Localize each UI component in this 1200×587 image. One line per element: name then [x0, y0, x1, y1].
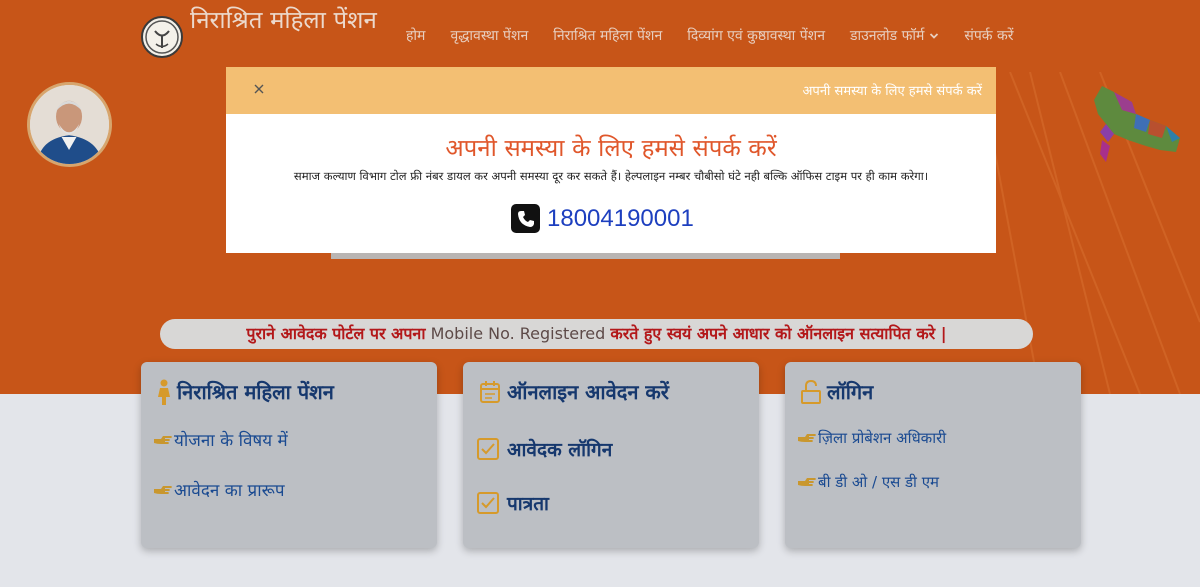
chevron-down-icon	[930, 32, 939, 39]
close-icon[interactable]	[252, 82, 266, 96]
nav-home[interactable]: होम	[406, 26, 425, 45]
notice-text-part2: Mobile No. Registered	[430, 324, 606, 343]
checkbox-check-icon	[477, 438, 499, 460]
phone-icon	[511, 204, 540, 233]
card-title: लॉगिन	[801, 378, 873, 405]
pointing-hand-icon	[798, 434, 816, 442]
aadhaar-verify-notice[interactable]: पुराने आवेदक पोर्टल पर अपना Mobile No. R…	[160, 319, 1033, 349]
modal-title: अपनी समस्या के लिए हमसे संपर्क करें	[445, 134, 777, 162]
uttar-pradesh-map-image	[1088, 80, 1184, 176]
card-destitute-women-pension: निराश्रित महिला पेंशन योजना के विषय में …	[141, 362, 437, 548]
pm-photo	[27, 82, 112, 167]
modal-header: अपनी समस्या के लिए हमसे संपर्क करें	[226, 67, 996, 114]
nav-download-form[interactable]: डाउनलोड फॉर्म	[850, 26, 939, 45]
up-govt-emblem-logo[interactable]	[141, 16, 183, 58]
nav-disability-pension[interactable]: दिव्यांग एवं कुष्ठावस्था पेंशन	[687, 26, 825, 45]
checkbox-check-icon	[477, 492, 499, 514]
link-bdo-sdm[interactable]: बी डी ओ / एस डी एम	[797, 472, 939, 492]
notice-text-part1: पुराने आवेदक पोर्टल पर अपना	[246, 324, 426, 343]
card-online-application: ऑनलाइन आवेदन करें आवेदक लॉगिन पात्रता	[463, 362, 759, 548]
pointing-hand-icon	[798, 478, 816, 486]
calendar-icon	[480, 380, 500, 403]
helpline-phone[interactable]: 18004190001	[511, 204, 694, 233]
woman-icon	[158, 379, 170, 405]
nav-contact[interactable]: संपर्क करें	[964, 26, 1013, 45]
contact-modal: अपनी समस्या के लिए हमसे संपर्क करें अपनी…	[226, 67, 996, 253]
nav-destitute-women-pension[interactable]: निराश्रित महिला पेंशन	[553, 26, 662, 45]
link-scheme-info[interactable]: योजना के विषय में	[153, 428, 288, 451]
link-eligibility[interactable]: पात्रता	[477, 490, 549, 516]
link-application-format[interactable]: आवेदन का प्रारूप	[153, 478, 285, 501]
modal-header-title: अपनी समस्या के लिए हमसे संपर्क करें	[802, 84, 983, 99]
modal-description: समाज कल्याण विभाग टोल फ्री नंबर डायल कर …	[293, 169, 929, 183]
site-header: निराश्रित महिला पेंशन होम वृद्धावस्था पे…	[0, 0, 1200, 72]
main-nav: होम वृद्धावस्था पेंशन निराश्रित महिला पे…	[406, 26, 1014, 45]
link-district-probation-officer[interactable]: ज़िला प्रोबेशन अधिकारी	[797, 428, 946, 448]
pointing-hand-icon	[154, 485, 172, 494]
pointing-hand-icon	[154, 435, 172, 444]
link-applicant-login[interactable]: आवेदक लॉगिन	[477, 436, 612, 462]
card-title: ऑनलाइन आवेदन करें	[479, 378, 669, 405]
nav-old-age-pension[interactable]: वृद्धावस्था पेंशन	[450, 26, 528, 45]
phone-number[interactable]: 18004190001	[547, 205, 694, 233]
card-title: निराश्रित महिला पेंशन	[157, 378, 334, 405]
card-login: लॉगिन ज़िला प्रोबेशन अधिकारी बी डी ओ / ए…	[785, 362, 1081, 548]
unlock-icon	[801, 379, 821, 404]
notice-text-part3: करते हुए स्वयं अपने आधार को ऑनलाइन सत्या…	[610, 324, 947, 343]
site-brand-title[interactable]: निराश्रित महिला पेंशन	[190, 6, 380, 35]
